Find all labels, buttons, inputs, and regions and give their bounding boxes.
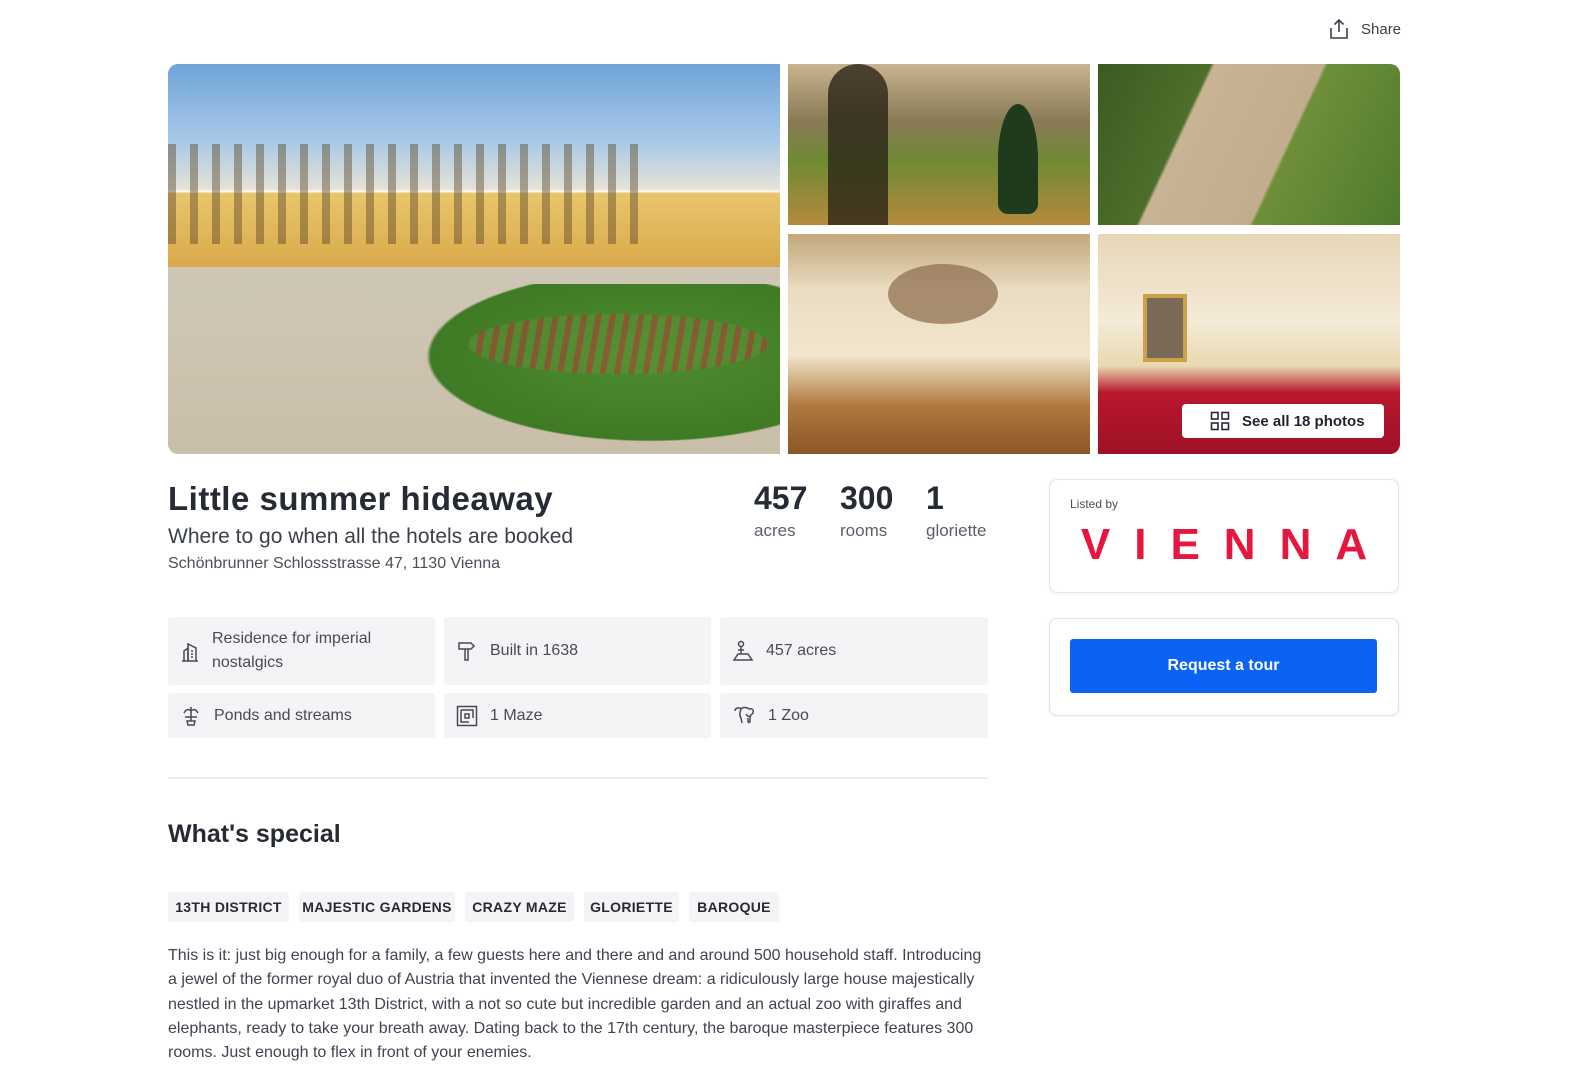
feature-text: 1 Maze [490, 706, 543, 724]
stat-label: gloriette [926, 521, 987, 540]
listing-address: Schönbrunner Schlossstrasse 47, 1130 Vie… [168, 555, 501, 572]
stat-value: 300 [840, 480, 894, 516]
gallery-photo-gardens[interactable] [1098, 64, 1400, 225]
stat-value: 457 [754, 480, 808, 516]
listing-subtitle: Where to go when all the hotels are book… [168, 525, 574, 548]
section-divider [168, 777, 988, 779]
elephant-icon [734, 706, 754, 723]
stat-acres: 457 acres [754, 480, 807, 541]
share-icon [1330, 18, 1348, 39]
feature-text: Ponds and streams [214, 706, 352, 724]
listing-description: This is it: just big enough for a family… [168, 947, 982, 1062]
whats-special-heading: What's special [168, 820, 341, 848]
tag-gloriette: GLORIETTE [584, 892, 679, 922]
feature-text: Built in 1638 [490, 642, 579, 659]
tag-baroque: BAROQUE [689, 892, 779, 922]
feature-text: Residence for imperial nostalgics [212, 630, 372, 671]
feature-built: Built in 1638 [444, 617, 711, 685]
photo-gallery: See all 18 photos [168, 64, 1400, 454]
tag-crazy-maze: CRAZY MAZE [465, 892, 574, 922]
share-label: Share [1361, 20, 1402, 38]
feature-residence: Residence for imperial nostalgics [168, 617, 435, 685]
request-tour-button[interactable]: Request a tour [1070, 639, 1377, 693]
tag-13th-district: 13TH DISTRICT [168, 892, 289, 922]
listing-title: Little summer hideaway [168, 480, 554, 517]
feature-text: 457 acres [766, 642, 837, 659]
main-photo[interactable] [168, 64, 780, 454]
share-button[interactable]: Share [1327, 16, 1401, 42]
land-icon [732, 640, 754, 661]
feature-ponds: Ponds and streams [168, 693, 435, 738]
tag-majestic-gardens: MAJESTIC GARDENS [299, 892, 455, 922]
agency-logo[interactable]: VIENNA [1050, 520, 1398, 570]
see-all-photos-label: See all 18 photos [1242, 412, 1365, 430]
maze-icon [456, 705, 478, 726]
building-icon [182, 642, 198, 662]
feature-maze: 1 Maze [444, 693, 711, 738]
hammer-icon [458, 642, 476, 661]
stat-gloriette: 1 gloriette [926, 480, 986, 541]
listed-by-label: Listed by [1070, 497, 1119, 511]
feature-zoo: 1 Zoo [720, 693, 988, 738]
see-all-photos-button[interactable]: See all 18 photos [1182, 404, 1384, 438]
gallery-photo-palm-house[interactable] [788, 64, 1090, 225]
gallery-photo-great-gallery[interactable] [788, 234, 1090, 454]
stat-value: 1 [926, 480, 944, 516]
stat-label: rooms [840, 521, 888, 540]
stat-label: acres [754, 521, 796, 540]
grid-icon [1210, 411, 1230, 431]
fountain-icon [183, 706, 199, 726]
feature-text: 1 Zoo [768, 706, 809, 724]
stat-rooms: 300 rooms [840, 480, 893, 541]
feature-acres: 457 acres [720, 617, 988, 685]
